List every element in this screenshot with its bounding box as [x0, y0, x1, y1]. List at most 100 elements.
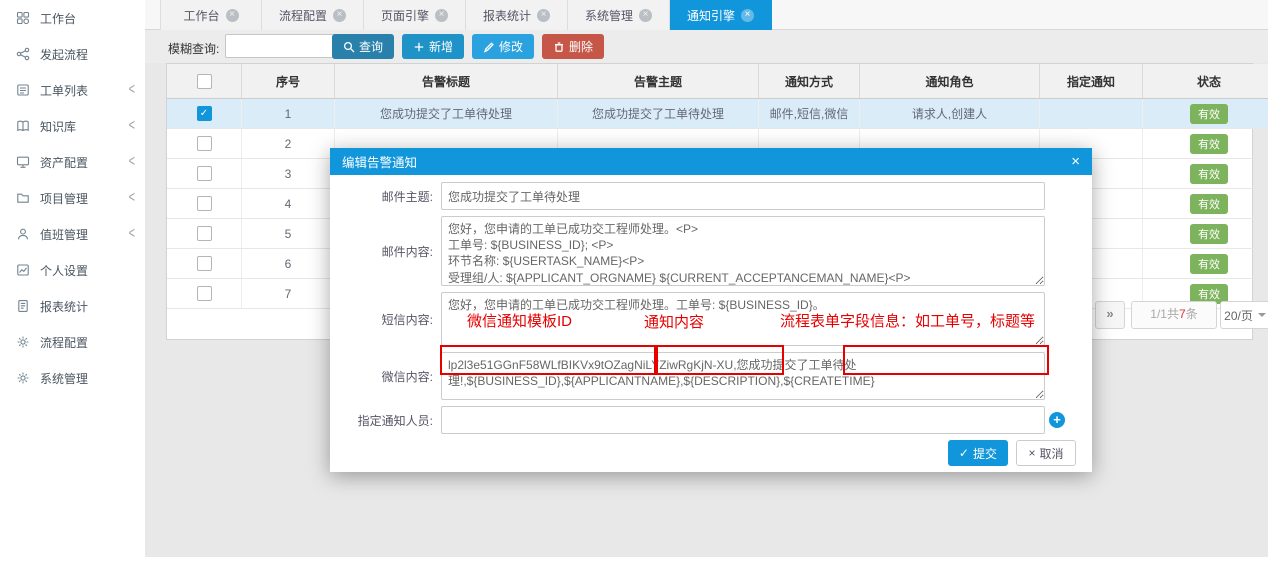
edit-button[interactable]: 修改	[472, 34, 534, 59]
sidebar-item-report-stats[interactable]: 报表统计	[0, 288, 145, 324]
search-button[interactable]: 查询	[332, 34, 394, 59]
email-content-label: 邮件内容:	[337, 243, 441, 260]
row-checkbox[interactable]: ✓	[197, 106, 212, 121]
notify-person-row: 指定通知人员: +	[337, 406, 1065, 434]
row-checkbox[interactable]	[197, 166, 212, 181]
cancel-button[interactable]: ×取消	[1016, 440, 1076, 466]
sidebar-item-project-mgmt[interactable]: 项目管理<	[0, 180, 145, 216]
tab-label: 流程配置	[279, 7, 327, 24]
sidebar-item-label: 值班管理	[40, 226, 129, 243]
select-all-header	[167, 64, 242, 99]
trash-icon	[553, 41, 565, 53]
status-badge: 有效	[1190, 194, 1228, 214]
sidebar-item-knowledge-base[interactable]: 知识库<	[0, 108, 145, 144]
row-checkbox[interactable]	[197, 196, 212, 211]
check-icon: ✓	[959, 446, 969, 460]
row-checkbox[interactable]	[197, 256, 212, 271]
status-cell: 有效	[1143, 219, 1268, 249]
tab-close-icon[interactable]: ×	[226, 9, 239, 22]
dialog-header: 编辑告警通知 ×	[330, 148, 1092, 175]
wechat-content-label: 微信内容:	[337, 368, 441, 385]
tab-process-config[interactable]: 流程配置 ×	[262, 0, 364, 30]
chevron-left-icon: <	[129, 226, 135, 243]
email-subject-input[interactable]	[441, 182, 1045, 210]
sidebar-item-personal-settings[interactable]: 个人设置	[0, 252, 145, 288]
tab-close-icon[interactable]: ×	[639, 9, 652, 22]
column-header: 指定通知	[1040, 64, 1143, 99]
sidebar-item-label: 工作台	[40, 10, 135, 27]
tab-close-icon[interactable]: ×	[333, 9, 346, 22]
sidebar-item-label: 报表统计	[40, 298, 135, 315]
sidebar-item-asset-config[interactable]: 资产配置<	[0, 144, 145, 180]
checkbox-cell: ✓	[167, 99, 242, 129]
wechat-content-row: 微信内容: lp2l3e51GGnF58WLfBIKVx9tOZagNiLYZi…	[337, 352, 1045, 400]
tab-notify-engine[interactable]: 通知引擎×	[670, 0, 772, 30]
table-cell: 2	[242, 129, 335, 159]
tab-label: 系统管理	[585, 7, 633, 24]
sidebar-item-start-process[interactable]: 发起流程	[0, 36, 145, 72]
tab-workbench[interactable]: 工作台×	[160, 0, 262, 30]
toolbar: 模糊查询: 查询 新增 修改 删除	[145, 30, 1268, 63]
last-page-button[interactable]: »	[1095, 301, 1125, 329]
tab-report-stats[interactable]: 报表统计 ×	[466, 0, 568, 30]
fuzzy-search-label: 模糊查询:	[168, 40, 219, 57]
select-all-checkbox[interactable]	[197, 74, 212, 89]
row-checkbox[interactable]	[197, 136, 212, 151]
table-head: 序号告警标题告警主题通知方式通知角色指定通知状态	[167, 64, 1268, 99]
sidebar-item-label: 知识库	[40, 118, 129, 135]
page-size-select[interactable]: 20/页	[1220, 301, 1268, 329]
sidebar-item-process-config[interactable]: 流程配置	[0, 324, 145, 360]
tab-label: 报表统计	[483, 7, 531, 24]
delete-button[interactable]: 删除	[542, 34, 604, 59]
bottom-strip	[145, 557, 1268, 564]
row-checkbox[interactable]	[197, 286, 212, 301]
tab-close-icon[interactable]: ×	[741, 9, 754, 22]
x-icon: ×	[1028, 446, 1035, 460]
table-cell: 4	[242, 189, 335, 219]
table-cell: 5	[242, 219, 335, 249]
chevron-left-icon: <	[129, 154, 135, 171]
add-person-icon[interactable]: +	[1049, 412, 1065, 428]
grid-icon	[16, 11, 32, 25]
sms-content-row: 短信内容: 您好，您申请的工单已成功交工程师处理。工单号: ${BUSINESS…	[337, 292, 1045, 346]
status-cell: 有效	[1143, 99, 1268, 129]
chevron-left-icon: <	[129, 190, 135, 207]
sidebar-item-label: 工单列表	[40, 82, 129, 99]
edit-alert-dialog: 编辑告警通知 × 邮件主题: 邮件内容: 您好，您申请的工单已成功交工程师处理。…	[330, 148, 1092, 472]
sms-content-textarea[interactable]: 您好，您申请的工单已成功交工程师处理。工单号: ${BUSINESS_ID}。	[441, 292, 1045, 346]
table-cell: 7	[242, 279, 335, 309]
folder-icon	[16, 191, 32, 205]
tab-close-icon[interactable]: ×	[435, 9, 448, 22]
column-header: 告警主题	[558, 64, 759, 99]
sidebar-item-duty-mgmt[interactable]: 值班管理<	[0, 216, 145, 252]
submit-button[interactable]: ✓提交	[948, 440, 1008, 466]
table-cell: 您成功提交了工单待处理	[558, 99, 759, 129]
notify-person-input[interactable]	[441, 406, 1045, 434]
sidebar-item-ticket-list[interactable]: 工单列表<	[0, 72, 145, 108]
tab-system-mgmt[interactable]: 系统管理 ×	[568, 0, 670, 30]
chevron-left-icon: <	[129, 118, 135, 135]
sidebar-item-label: 资产配置	[40, 154, 129, 171]
table-row[interactable]: ✓1您成功提交了工单待处理您成功提交了工单待处理邮件,短信,微信请求人,创建人有…	[167, 99, 1268, 129]
wechat-content-textarea[interactable]: lp2l3e51GGnF58WLfBIKVx9tOZagNiLYZiwRgKjN…	[441, 352, 1045, 400]
fuzzy-search-input[interactable]	[225, 34, 339, 58]
sidebar: 工作台发起流程工单列表<知识库<资产配置<项目管理<值班管理<个人设置报表统计流…	[0, 0, 145, 564]
close-icon[interactable]: ×	[1071, 154, 1080, 169]
table-cell: 1	[242, 99, 335, 129]
sidebar-menu: 工作台发起流程工单列表<知识库<资产配置<项目管理<值班管理<个人设置报表统计流…	[0, 0, 145, 396]
sidebar-item-label: 项目管理	[40, 190, 129, 207]
email-content-textarea[interactable]: 您好，您申请的工单已成功交工程师处理。<P> 工单号: ${BUSINESS_I…	[441, 216, 1045, 286]
plus-icon	[413, 41, 425, 53]
tab-page-engine[interactable]: 页面引擎×	[364, 0, 466, 30]
tab-close-icon[interactable]: ×	[537, 9, 550, 22]
book-icon	[16, 119, 32, 133]
screenshot-root: 工作台发起流程工单列表<知识库<资产配置<项目管理<值班管理<个人设置报表统计流…	[0, 0, 1268, 564]
column-header: 通知方式	[759, 64, 860, 99]
notify-person-label: 指定通知人员:	[337, 412, 441, 429]
sidebar-item-label: 系统管理	[40, 370, 135, 387]
add-button[interactable]: 新增	[402, 34, 464, 59]
dialog-title: 编辑告警通知	[342, 152, 1071, 171]
sidebar-item-workbench[interactable]: 工作台	[0, 0, 145, 36]
row-checkbox[interactable]	[197, 226, 212, 241]
sidebar-item-system-mgmt[interactable]: 系统管理	[0, 360, 145, 396]
